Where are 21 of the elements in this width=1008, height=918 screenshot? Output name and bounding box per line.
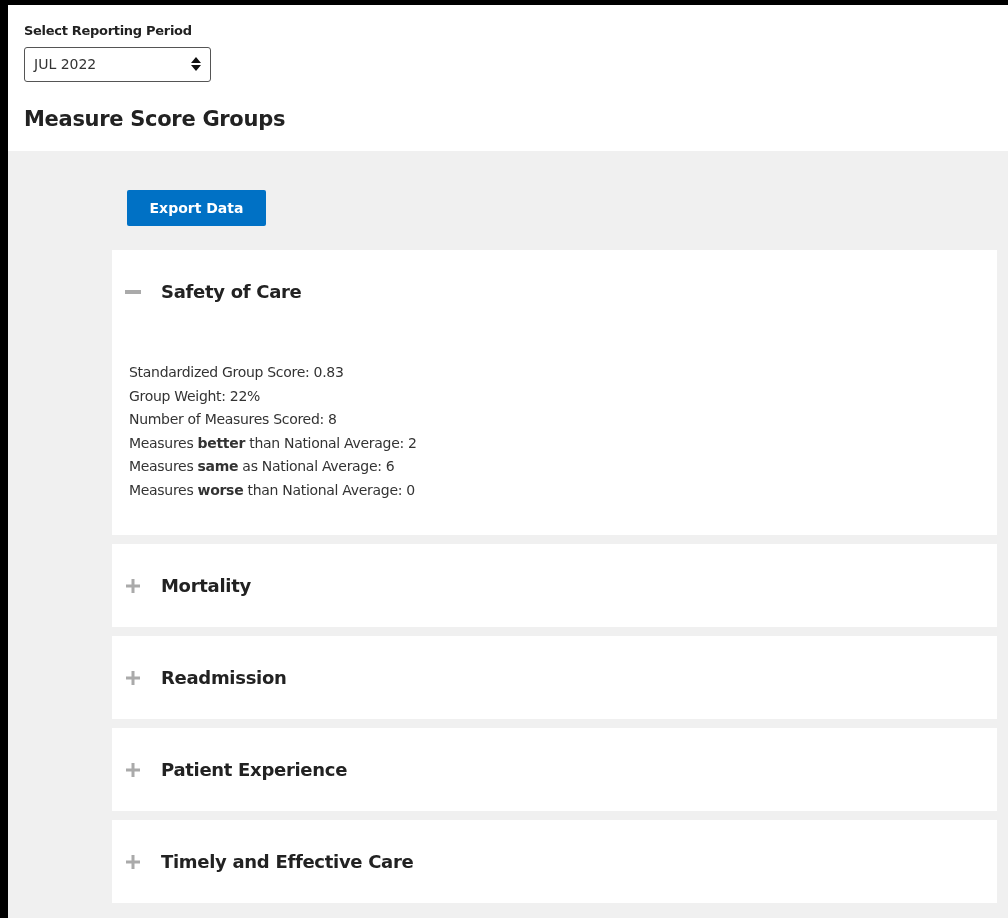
sort-arrows-icon <box>191 57 201 71</box>
plus-icon <box>126 854 140 869</box>
section-heading: Measure Score Groups <box>24 105 287 133</box>
plus-icon <box>126 578 140 593</box>
accordion-header[interactable]: Mortality <box>112 544 997 627</box>
minus-icon <box>125 289 141 294</box>
group-detail: Measures better than National Average: 2 <box>129 433 418 453</box>
accordion-header[interactable]: Readmission <box>112 636 997 719</box>
export-data-button[interactable]: Export Data <box>127 190 266 226</box>
plus-icon <box>126 762 140 777</box>
accordion-header[interactable]: Patient Experience <box>112 728 997 811</box>
plus-icon <box>126 670 140 685</box>
group-detail: Number of Measures Scored: 8 <box>129 410 338 429</box>
group-detail: Group Weight: 22% <box>129 386 262 406</box>
group-detail: Measures same as National Average: 6 <box>129 457 396 476</box>
group-detail: Standardized Group Score: 0.83 <box>129 363 345 382</box>
reporting-period-select[interactable]: JUL 2022 <box>24 46 211 82</box>
accordion-header[interactable]: Timely and Effective Care <box>112 820 997 903</box>
accordion-header[interactable]: Safety of Care <box>112 250 997 333</box>
select-label: Select Reporting Period <box>24 22 193 40</box>
group-detail: Measures worse than National Average: 0 <box>129 480 416 500</box>
